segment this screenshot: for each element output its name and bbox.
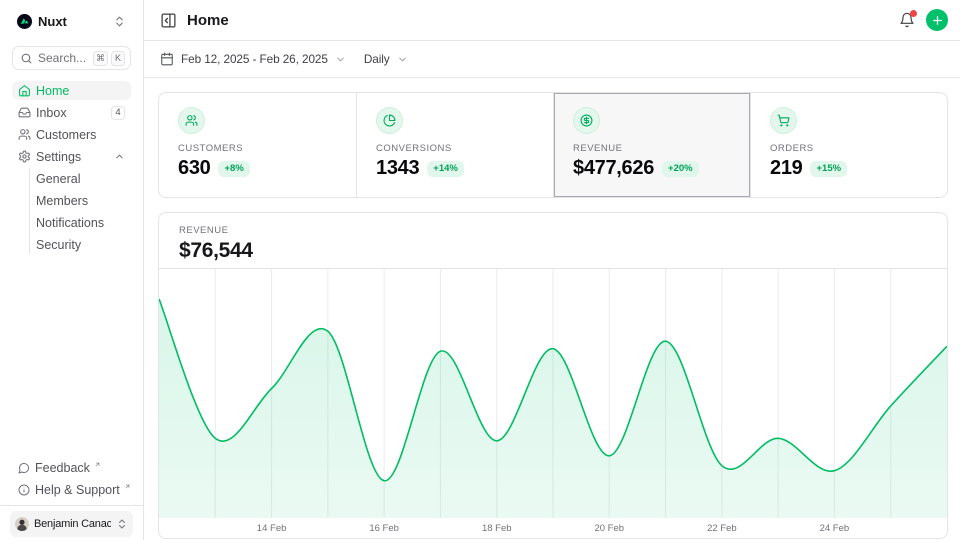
x-axis-label: 18 Feb bbox=[482, 523, 512, 534]
topbar-right bbox=[899, 9, 948, 31]
sidebar-nav: Home Inbox 4 Customers Settings General … bbox=[12, 81, 131, 257]
period-select[interactable]: Daily bbox=[364, 52, 408, 66]
stat-delta-badge: +8% bbox=[218, 161, 249, 177]
revenue-area-chart[interactable] bbox=[159, 269, 947, 518]
search-icon bbox=[20, 52, 33, 65]
notifications-button[interactable] bbox=[899, 12, 915, 28]
stat-delta-badge: +15% bbox=[810, 161, 847, 177]
stat-card-conversions[interactable]: CONVERSIONS 1343 +14% bbox=[356, 93, 553, 197]
chart-pie-icon bbox=[376, 107, 403, 134]
chart-value: $76,544 bbox=[179, 239, 927, 263]
panel-left-close-icon bbox=[160, 12, 177, 29]
chevron-down-icon bbox=[335, 54, 346, 65]
stat-value: $477,626 bbox=[573, 157, 654, 180]
stat-value: 1343 bbox=[376, 157, 419, 180]
stat-value: 630 bbox=[178, 157, 210, 180]
stat-value: 219 bbox=[770, 157, 802, 180]
inbox-icon bbox=[18, 106, 31, 119]
settings-subnav: General Members Notifications Security bbox=[29, 169, 131, 254]
sidebar: Nuxt Search... ⌘ K Home Inbox 4 Cust bbox=[0, 0, 144, 540]
sidebar-divider bbox=[0, 505, 143, 506]
circle-dollar-icon bbox=[573, 107, 600, 134]
chevrons-up-down-icon bbox=[113, 15, 126, 28]
x-axis-label: 14 Feb bbox=[257, 523, 287, 534]
filter-toolbar: Feb 12, 2025 - Feb 26, 2025 Daily bbox=[144, 41, 960, 78]
main: Home Feb 12, 2025 - Feb 26, 2025 Daily bbox=[144, 0, 960, 540]
stat-card-customers[interactable]: CUSTOMERS 630 +8% bbox=[159, 93, 356, 197]
x-axis-label: 16 Feb bbox=[369, 523, 399, 534]
sidebar-item-notifications[interactable]: Notifications bbox=[35, 213, 131, 232]
stat-delta-badge: +20% bbox=[662, 161, 699, 177]
search-placeholder: Search... bbox=[38, 51, 88, 65]
settings-icon bbox=[18, 150, 31, 163]
search-input[interactable]: Search... ⌘ K bbox=[12, 46, 131, 70]
sidebar-item-inbox[interactable]: Inbox 4 bbox=[12, 103, 131, 122]
home-icon bbox=[18, 84, 31, 97]
x-axis-label: 20 Feb bbox=[594, 523, 624, 534]
sidebar-item-customers[interactable]: Customers bbox=[12, 125, 131, 144]
sidebar-item-general[interactable]: General bbox=[35, 169, 131, 188]
chevrons-up-down-icon bbox=[116, 518, 128, 530]
chevron-down-icon bbox=[397, 54, 408, 65]
search-shortcut: ⌘ K bbox=[93, 51, 125, 66]
team-name: Nuxt bbox=[38, 14, 107, 29]
team-switcher[interactable]: Nuxt bbox=[12, 10, 131, 32]
chevron-up-icon bbox=[114, 151, 125, 162]
nuxt-logo-icon bbox=[17, 14, 32, 29]
user-menu[interactable]: Benjamin Canac bbox=[10, 511, 133, 537]
period-value: Daily bbox=[364, 52, 390, 66]
external-link-icon bbox=[124, 483, 131, 490]
chart-header: REVENUE $76,544 bbox=[159, 213, 947, 269]
topbar: Home bbox=[144, 0, 960, 41]
sidebar-item-members[interactable]: Members bbox=[35, 191, 131, 210]
calendar-icon bbox=[160, 52, 174, 66]
date-range-picker[interactable]: Feb 12, 2025 - Feb 26, 2025 bbox=[160, 52, 346, 66]
x-axis-label: 24 Feb bbox=[820, 523, 850, 534]
stat-card-revenue[interactable]: REVENUE $477,626 +20% bbox=[553, 93, 750, 197]
page-title: Home bbox=[187, 12, 229, 29]
shopping-cart-icon bbox=[770, 107, 797, 134]
add-button[interactable] bbox=[926, 9, 948, 31]
external-link-icon bbox=[94, 461, 101, 468]
sidebar-item-security[interactable]: Security bbox=[35, 235, 131, 254]
sidebar-footer: Feedback Help & Support Benjamin Canac bbox=[12, 458, 131, 540]
feedback-link[interactable]: Feedback bbox=[12, 458, 131, 477]
plus-icon bbox=[931, 14, 944, 27]
sidebar-spacer bbox=[12, 257, 131, 458]
x-axis-label: 22 Feb bbox=[707, 523, 737, 534]
notification-dot bbox=[910, 10, 917, 17]
revenue-chart-card: REVENUE $76,544 14 Feb 16 Feb 18 Feb 20 Feb… bbox=[158, 212, 948, 539]
app: Nuxt Search... ⌘ K Home Inbox 4 Cust bbox=[0, 0, 960, 540]
kbd-k: K bbox=[111, 51, 125, 66]
sidebar-item-home[interactable]: Home bbox=[12, 81, 131, 100]
stat-delta-badge: +14% bbox=[427, 161, 464, 177]
users-icon bbox=[178, 107, 205, 134]
chart-x-axis: 14 Feb 16 Feb 18 Feb 20 Feb 22 Feb 24 Feb bbox=[159, 518, 947, 539]
chart-label: REVENUE bbox=[179, 225, 927, 236]
kbd-cmd: ⌘ bbox=[93, 51, 108, 66]
inbox-count-badge: 4 bbox=[111, 106, 125, 120]
message-circle-icon bbox=[18, 462, 30, 474]
stat-card-orders[interactable]: ORDERS 219 +15% bbox=[750, 93, 947, 197]
sidebar-item-settings[interactable]: Settings bbox=[12, 147, 131, 166]
date-range-value: Feb 12, 2025 - Feb 26, 2025 bbox=[181, 52, 328, 66]
info-icon bbox=[18, 484, 30, 496]
avatar bbox=[15, 517, 29, 531]
user-name: Benjamin Canac bbox=[34, 518, 111, 530]
topbar-left: Home bbox=[160, 12, 899, 29]
help-support-link[interactable]: Help & Support bbox=[12, 480, 131, 499]
sidebar-collapse-button[interactable] bbox=[160, 12, 177, 29]
stats-row: CUSTOMERS 630 +8% CONVERSIONS 1343 +14% bbox=[158, 92, 948, 198]
users-icon bbox=[18, 128, 31, 141]
content: CUSTOMERS 630 +8% CONVERSIONS 1343 +14% bbox=[144, 78, 960, 540]
